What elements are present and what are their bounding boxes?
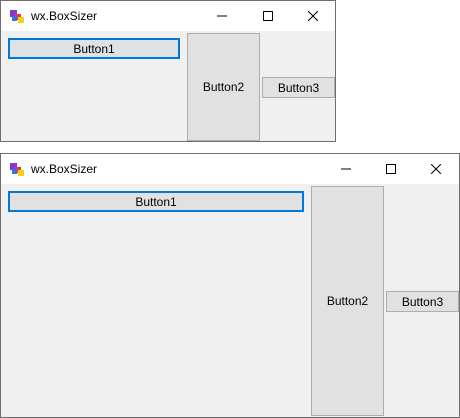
client-area: Button1 Button2 Button3	[1, 184, 459, 417]
minimize-button[interactable]	[323, 154, 369, 184]
button1[interactable]: Button1	[8, 38, 180, 59]
title-bar[interactable]: wx.BoxSizer	[1, 154, 459, 184]
minimize-button[interactable]	[199, 1, 245, 31]
button1[interactable]: Button1	[8, 191, 304, 212]
button3[interactable]: Button3	[262, 77, 335, 98]
screenshot-stage: wx.BoxSizer Button1 Button2 Button3 wx.B…	[0, 0, 460, 418]
title-bar[interactable]: wx.BoxSizer	[1, 1, 335, 31]
button2[interactable]: Button2	[311, 186, 384, 416]
button2[interactable]: Button2	[187, 33, 260, 141]
wxpython-app-icon	[10, 10, 24, 23]
close-icon	[431, 164, 441, 174]
boxsizer-window-large: wx.BoxSizer Button1 Button2 Button3	[0, 153, 460, 418]
button3[interactable]: Button3	[386, 291, 459, 312]
maximize-icon	[263, 11, 273, 21]
minimize-icon	[217, 15, 227, 17]
window-title: wx.BoxSizer	[31, 9, 98, 23]
wxpython-app-icon	[10, 163, 24, 176]
boxsizer-window-small: wx.BoxSizer Button1 Button2 Button3	[0, 0, 336, 142]
client-area: Button1 Button2 Button3	[1, 31, 335, 141]
maximize-button[interactable]	[245, 1, 291, 31]
window-title: wx.BoxSizer	[31, 162, 98, 176]
maximize-icon	[386, 164, 396, 174]
close-icon	[308, 11, 318, 21]
close-button[interactable]	[290, 1, 336, 31]
minimize-icon	[341, 168, 351, 170]
close-button[interactable]	[413, 154, 459, 184]
maximize-button[interactable]	[368, 154, 414, 184]
